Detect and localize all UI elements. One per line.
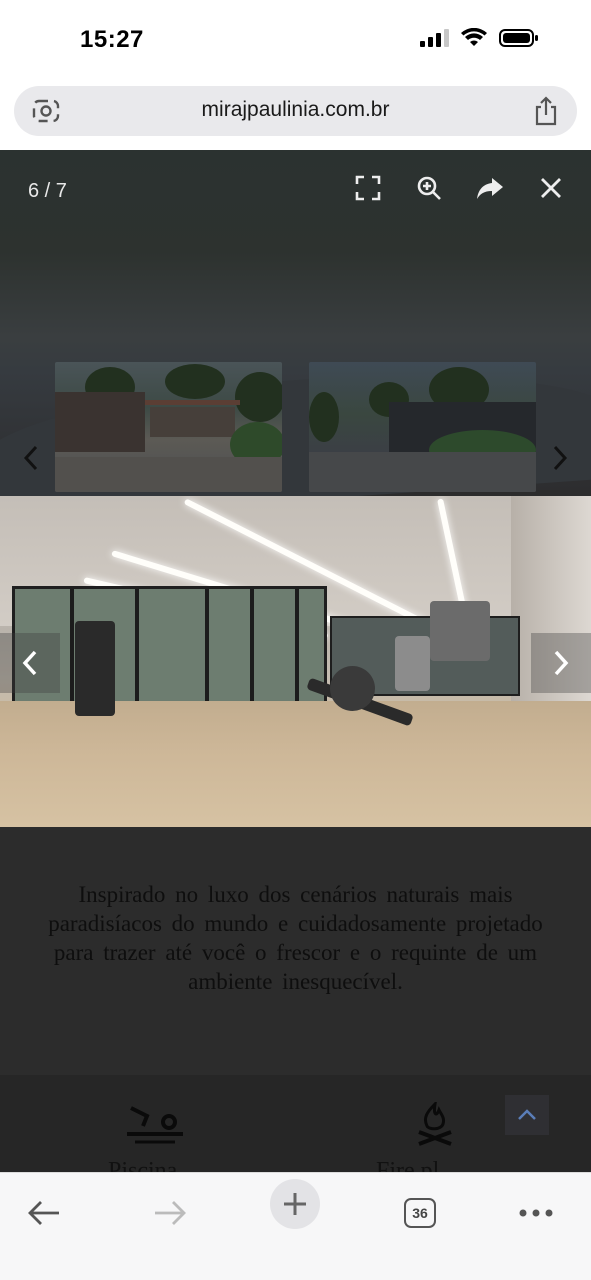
zoom-in-icon[interactable]	[415, 174, 443, 202]
battery-icon	[499, 29, 538, 47]
back-button[interactable]	[14, 1183, 74, 1243]
gallery-toolbar	[354, 174, 565, 202]
forward-button[interactable]	[140, 1183, 200, 1243]
cellular-signal-icon	[420, 29, 449, 47]
close-icon[interactable]	[537, 174, 565, 202]
gallery-thumbnail[interactable]	[309, 362, 536, 492]
address-bar[interactable]: mirajpaulinia.com.br	[14, 86, 577, 136]
status-icons	[420, 28, 539, 48]
swimmer-icon	[127, 1106, 183, 1144]
url-text[interactable]: mirajpaulinia.com.br	[14, 98, 577, 122]
fire-pit-icon	[418, 1102, 452, 1146]
tab-switcher-button[interactable]: 36	[390, 1183, 450, 1243]
scroll-to-top-button[interactable]	[505, 1095, 549, 1135]
main-prev-arrow[interactable]	[0, 633, 60, 693]
status-bar: 15:27	[0, 0, 591, 80]
browser-toolbar: 36	[0, 1172, 591, 1280]
amenity-label-pool: Piscina	[108, 1158, 178, 1172]
gallery-main-image[interactable]	[0, 496, 591, 827]
thumbnail-next-arrow[interactable]	[543, 438, 577, 478]
share-icon[interactable]	[533, 96, 559, 126]
new-tab-button[interactable]	[270, 1179, 320, 1229]
thumbnail-prev-arrow[interactable]	[14, 438, 48, 478]
page-viewport: 6 / 7 Inspirado no luxo dos cenários nat…	[0, 150, 591, 1172]
amenity-label-firepit: Fire pl	[376, 1158, 440, 1172]
main-next-arrow[interactable]	[531, 633, 591, 693]
gallery-counter: 6 / 7	[28, 180, 67, 202]
more-menu-button[interactable]	[506, 1183, 566, 1243]
intro-paragraph: Inspirado no luxo dos cenários naturais …	[48, 882, 543, 994]
tab-count: 36	[404, 1198, 436, 1228]
status-time: 15:27	[80, 26, 144, 53]
amenities-section: Piscina Fire pl	[0, 1075, 591, 1172]
wifi-icon	[461, 28, 487, 46]
share-arrow-icon[interactable]	[476, 174, 504, 202]
gallery-thumbnail[interactable]	[55, 362, 282, 492]
fullscreen-icon[interactable]	[354, 174, 382, 202]
